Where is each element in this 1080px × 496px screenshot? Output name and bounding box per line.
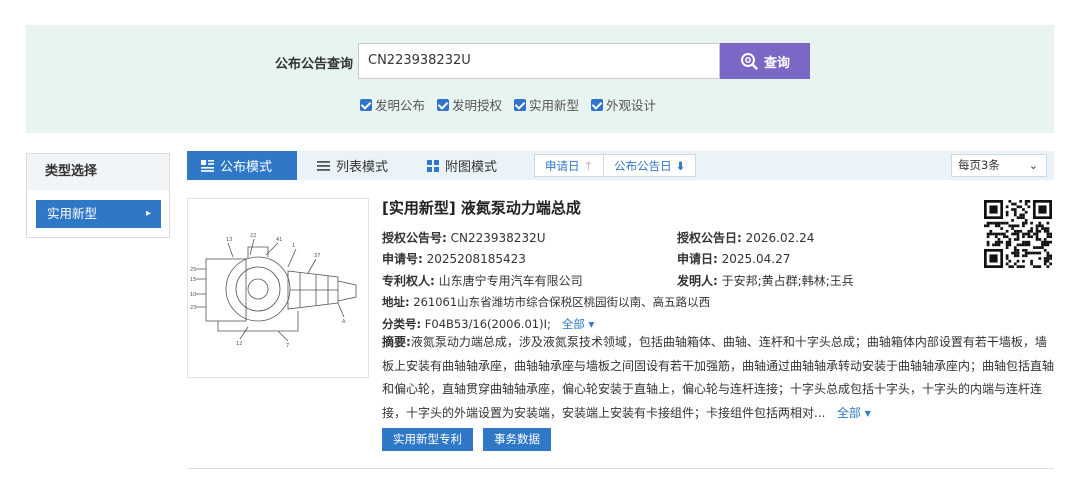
tab-figure-mode[interactable]: 附图模式 bbox=[413, 151, 511, 180]
svg-text:37: 37 bbox=[314, 253, 320, 259]
type-sidebar: 类型选择 实用新型 ▸ bbox=[26, 153, 170, 238]
svg-text:15: 15 bbox=[190, 277, 196, 283]
application-date-field: 申请日: 2025.04.27 bbox=[677, 252, 791, 266]
sort-group: 申请日 ↑ 公布公告日 ⬇ bbox=[534, 154, 697, 177]
transaction-data-button[interactable]: 事务数据 bbox=[483, 428, 551, 451]
inventor-field: 发明人: 于安邦;黄占群;韩林;王兵 bbox=[677, 274, 854, 288]
sidebar-item-label: 实用新型 bbox=[47, 206, 98, 221]
svg-text:23: 23 bbox=[190, 305, 196, 311]
chevron-down-icon: ⌄ bbox=[1028, 159, 1038, 172]
patent-drawing-thumbnail[interactable]: 13 22 41 1 37 25 15 10 23 12 7 A bbox=[187, 198, 369, 378]
publication-mode-icon bbox=[201, 159, 214, 172]
tab-publication-mode[interactable]: 公布模式 bbox=[187, 151, 297, 180]
view-toolbar: 公布模式 列表模式 附图模式 申请日 ↑ 公布公告日 ⬇ 每页3条 ⌄ bbox=[187, 151, 1054, 180]
filter-invention-grant[interactable]: 发明授权 bbox=[437, 95, 502, 114]
list-icon bbox=[317, 160, 330, 171]
search-button[interactable]: 查询 bbox=[720, 43, 810, 79]
svg-text:25: 25 bbox=[190, 267, 196, 273]
search-label: 公布公告查询 bbox=[275, 57, 354, 72]
filter-checkboxes: 发明公布 发明授权 实用新型 外观设计 bbox=[360, 95, 656, 114]
search-icon bbox=[740, 53, 758, 70]
classification-more-link[interactable]: 全部 ▾ bbox=[555, 317, 594, 331]
tab-list-mode[interactable]: 列表模式 bbox=[303, 151, 402, 180]
abstract-more-link[interactable]: 全部 ▾ bbox=[829, 406, 871, 420]
filter-utility-model[interactable]: 实用新型 bbox=[514, 95, 579, 114]
sort-by-publication-date[interactable]: 公布公告日 ⬇ bbox=[604, 155, 695, 176]
result-divider bbox=[187, 468, 1054, 469]
sidebar-title: 类型选择 bbox=[27, 154, 169, 190]
search-panel: 公布公告查询 CN223938232U 查询 发明公布 发明授权 实用新型 外观… bbox=[26, 25, 1054, 133]
classification-field: 分类号: F04B53/16(2006.01)I; 全部 ▾ bbox=[382, 317, 595, 331]
checkbox-checked-icon[interactable] bbox=[514, 98, 527, 111]
sort-by-application-date[interactable]: 申请日 ↑ bbox=[535, 155, 605, 176]
search-input[interactable]: CN223938232U bbox=[358, 43, 720, 79]
svg-text:10: 10 bbox=[190, 292, 196, 298]
grid-icon bbox=[427, 159, 439, 172]
mechanical-drawing-image: 13 22 41 1 37 25 15 10 23 12 7 A bbox=[190, 233, 357, 349]
checkbox-checked-icon[interactable] bbox=[360, 98, 372, 111]
svg-text:22: 22 bbox=[250, 233, 256, 239]
checkbox-checked-icon[interactable] bbox=[591, 98, 604, 111]
qr-code-image bbox=[984, 200, 1052, 268]
per-page-select[interactable]: 每页3条 ⌄ bbox=[951, 154, 1047, 177]
svg-text:41: 41 bbox=[276, 237, 282, 243]
sidebar-item-utility-model[interactable]: 实用新型 ▸ bbox=[36, 200, 161, 228]
checkbox-checked-icon[interactable] bbox=[437, 98, 450, 111]
application-number-field: 申请号: 2025208185423 bbox=[382, 252, 526, 266]
result-title[interactable]: [实用新型] 液氮泵动力端总成 bbox=[382, 197, 581, 218]
address-field: 地址: 261061山东省潍坊市综合保税区桃园街以南、高五路以西 bbox=[382, 295, 711, 309]
grant-date-field: 授权公告日: 2026.02.24 bbox=[677, 231, 815, 245]
svg-text:13: 13 bbox=[226, 237, 232, 243]
svg-text:1: 1 bbox=[292, 243, 295, 249]
filter-design[interactable]: 外观设计 bbox=[591, 95, 656, 114]
svg-text:7: 7 bbox=[286, 343, 289, 349]
utility-model-patent-button[interactable]: 实用新型专利 bbox=[382, 428, 473, 451]
grant-number-field: 授权公告号: CN223938232U bbox=[382, 231, 546, 245]
patentee-field: 专利权人: 山东唐宁专用汽车有限公司 bbox=[382, 274, 583, 288]
svg-text:12: 12 bbox=[236, 341, 242, 347]
search-button-label: 查询 bbox=[763, 55, 790, 71]
abstract-field: 摘要:液氮泵动力端总成，涉及液氮泵技术领域，包括曲轴箱体、曲轴、连杆和十字头总成… bbox=[382, 335, 1055, 420]
filter-invention-publication[interactable]: 发明公布 bbox=[360, 95, 425, 114]
svg-text:A: A bbox=[342, 319, 346, 325]
arrow-up-icon: ↑ bbox=[583, 158, 594, 173]
arrow-down-icon: ⬇ bbox=[675, 158, 686, 173]
chevron-right-icon: ▸ bbox=[145, 208, 151, 219]
